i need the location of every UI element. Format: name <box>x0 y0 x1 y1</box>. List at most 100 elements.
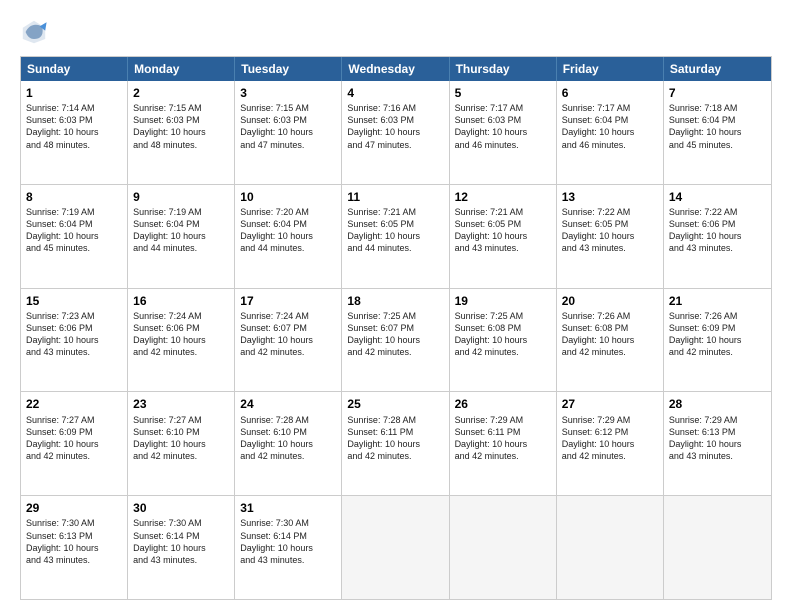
calendar-cell: 22 Sunrise: 7:27 AM Sunset: 6:09 PM Dayli… <box>21 392 128 495</box>
calendar-cell <box>664 496 771 599</box>
day-number: 12 <box>455 189 551 205</box>
calendar-cell: 27 Sunrise: 7:29 AM Sunset: 6:12 PM Dayli… <box>557 392 664 495</box>
day-number: 11 <box>347 189 443 205</box>
calendar-body: 1Sunrise: 7:14 AM Sunset: 6:03 PM Daylig… <box>21 81 771 599</box>
cell-details: Sunrise: 7:28 AM Sunset: 6:10 PM Dayligh… <box>240 414 336 463</box>
calendar-cell: 17Sunrise: 7:24 AM Sunset: 6:07 PM Dayli… <box>235 289 342 392</box>
calendar-cell: 13Sunrise: 7:22 AM Sunset: 6:05 PM Dayli… <box>557 185 664 288</box>
calendar-row: 22 Sunrise: 7:27 AM Sunset: 6:09 PM Dayli… <box>21 391 771 495</box>
day-number: 25 <box>347 396 443 412</box>
calendar-header-cell: Monday <box>128 57 235 81</box>
day-number: 15 <box>26 293 122 309</box>
cell-details: Sunrise: 7:22 AM Sunset: 6:05 PM Dayligh… <box>562 206 658 255</box>
day-number: 26 <box>455 396 551 412</box>
logo-icon <box>20 18 48 46</box>
day-number: 7 <box>669 85 766 101</box>
header <box>20 18 772 46</box>
cell-details: Sunrise: 7:24 AM Sunset: 6:07 PM Dayligh… <box>240 310 336 359</box>
cell-details: Sunrise: 7:29 AM Sunset: 6:12 PM Dayligh… <box>562 414 658 463</box>
cell-details: Sunrise: 7:28 AM Sunset: 6:11 PM Dayligh… <box>347 414 443 463</box>
calendar-cell: 7Sunrise: 7:18 AM Sunset: 6:04 PM Daylig… <box>664 81 771 184</box>
day-number: 8 <box>26 189 122 205</box>
cell-details: Sunrise: 7:30 AM Sunset: 6:13 PM Dayligh… <box>26 517 122 566</box>
day-number: 6 <box>562 85 658 101</box>
cell-details: Sunrise: 7:21 AM Sunset: 6:05 PM Dayligh… <box>455 206 551 255</box>
calendar-cell: 8Sunrise: 7:19 AM Sunset: 6:04 PM Daylig… <box>21 185 128 288</box>
calendar-cell: 10Sunrise: 7:20 AM Sunset: 6:04 PM Dayli… <box>235 185 342 288</box>
day-number: 2 <box>133 85 229 101</box>
calendar-header-cell: Tuesday <box>235 57 342 81</box>
day-number: 21 <box>669 293 766 309</box>
calendar-header-cell: Friday <box>557 57 664 81</box>
cell-details: Sunrise: 7:18 AM Sunset: 6:04 PM Dayligh… <box>669 102 766 151</box>
cell-details: Sunrise: 7:29 AM Sunset: 6:13 PM Dayligh… <box>669 414 766 463</box>
calendar-cell: 29Sunrise: 7:30 AM Sunset: 6:13 PM Dayli… <box>21 496 128 599</box>
calendar-cell: 5Sunrise: 7:17 AM Sunset: 6:03 PM Daylig… <box>450 81 557 184</box>
cell-details: Sunrise: 7:21 AM Sunset: 6:05 PM Dayligh… <box>347 206 443 255</box>
calendar-row: 15Sunrise: 7:23 AM Sunset: 6:06 PM Dayli… <box>21 288 771 392</box>
cell-details: Sunrise: 7:30 AM Sunset: 6:14 PM Dayligh… <box>240 517 336 566</box>
day-number: 27 <box>562 396 658 412</box>
day-number: 1 <box>26 85 122 101</box>
day-number: 30 <box>133 500 229 516</box>
calendar-cell: 30Sunrise: 7:30 AM Sunset: 6:14 PM Dayli… <box>128 496 235 599</box>
cell-details: Sunrise: 7:30 AM Sunset: 6:14 PM Dayligh… <box>133 517 229 566</box>
calendar-cell: 9Sunrise: 7:19 AM Sunset: 6:04 PM Daylig… <box>128 185 235 288</box>
calendar-cell: 2Sunrise: 7:15 AM Sunset: 6:03 PM Daylig… <box>128 81 235 184</box>
day-number: 22 <box>26 396 122 412</box>
cell-details: Sunrise: 7:26 AM Sunset: 6:09 PM Dayligh… <box>669 310 766 359</box>
cell-details: Sunrise: 7:15 AM Sunset: 6:03 PM Dayligh… <box>240 102 336 151</box>
cell-details: Sunrise: 7:16 AM Sunset: 6:03 PM Dayligh… <box>347 102 443 151</box>
calendar-cell <box>450 496 557 599</box>
calendar: SundayMondayTuesdayWednesdayThursdayFrid… <box>20 56 772 600</box>
calendar-row: 29Sunrise: 7:30 AM Sunset: 6:13 PM Dayli… <box>21 495 771 599</box>
calendar-cell: 18Sunrise: 7:25 AM Sunset: 6:07 PM Dayli… <box>342 289 449 392</box>
day-number: 19 <box>455 293 551 309</box>
day-number: 4 <box>347 85 443 101</box>
calendar-row: 8Sunrise: 7:19 AM Sunset: 6:04 PM Daylig… <box>21 184 771 288</box>
cell-details: Sunrise: 7:19 AM Sunset: 6:04 PM Dayligh… <box>133 206 229 255</box>
day-number: 10 <box>240 189 336 205</box>
calendar-cell: 25 Sunrise: 7:28 AM Sunset: 6:11 PM Dayli… <box>342 392 449 495</box>
calendar-cell: 11Sunrise: 7:21 AM Sunset: 6:05 PM Dayli… <box>342 185 449 288</box>
day-number: 14 <box>669 189 766 205</box>
day-number: 29 <box>26 500 122 516</box>
day-number: 24 <box>240 396 336 412</box>
logo <box>20 18 52 46</box>
calendar-cell: 1Sunrise: 7:14 AM Sunset: 6:03 PM Daylig… <box>21 81 128 184</box>
calendar-cell <box>557 496 664 599</box>
calendar-header-cell: Wednesday <box>342 57 449 81</box>
calendar-cell: 23 Sunrise: 7:27 AM Sunset: 6:10 PM Dayli… <box>128 392 235 495</box>
day-number: 3 <box>240 85 336 101</box>
cell-details: Sunrise: 7:14 AM Sunset: 6:03 PM Dayligh… <box>26 102 122 151</box>
calendar-cell: 19Sunrise: 7:25 AM Sunset: 6:08 PM Dayli… <box>450 289 557 392</box>
calendar-cell: 26Sunrise: 7:29 AM Sunset: 6:11 PM Dayli… <box>450 392 557 495</box>
calendar-header-cell: Sunday <box>21 57 128 81</box>
calendar-header-row: SundayMondayTuesdayWednesdayThursdayFrid… <box>21 57 771 81</box>
calendar-cell: 4Sunrise: 7:16 AM Sunset: 6:03 PM Daylig… <box>342 81 449 184</box>
day-number: 9 <box>133 189 229 205</box>
calendar-cell: 14Sunrise: 7:22 AM Sunset: 6:06 PM Dayli… <box>664 185 771 288</box>
calendar-cell: 24 Sunrise: 7:28 AM Sunset: 6:10 PM Dayli… <box>235 392 342 495</box>
page: SundayMondayTuesdayWednesdayThursdayFrid… <box>0 0 792 612</box>
cell-details: Sunrise: 7:19 AM Sunset: 6:04 PM Dayligh… <box>26 206 122 255</box>
cell-details: Sunrise: 7:22 AM Sunset: 6:06 PM Dayligh… <box>669 206 766 255</box>
day-number: 20 <box>562 293 658 309</box>
calendar-cell: 31Sunrise: 7:30 AM Sunset: 6:14 PM Dayli… <box>235 496 342 599</box>
cell-details: Sunrise: 7:25 AM Sunset: 6:08 PM Dayligh… <box>455 310 551 359</box>
cell-details: Sunrise: 7:17 AM Sunset: 6:03 PM Dayligh… <box>455 102 551 151</box>
calendar-cell: 12Sunrise: 7:21 AM Sunset: 6:05 PM Dayli… <box>450 185 557 288</box>
day-number: 16 <box>133 293 229 309</box>
cell-details: Sunrise: 7:23 AM Sunset: 6:06 PM Dayligh… <box>26 310 122 359</box>
day-number: 28 <box>669 396 766 412</box>
day-number: 23 <box>133 396 229 412</box>
calendar-header-cell: Saturday <box>664 57 771 81</box>
cell-details: Sunrise: 7:27 AM Sunset: 6:09 PM Dayligh… <box>26 414 122 463</box>
calendar-cell: 16Sunrise: 7:24 AM Sunset: 6:06 PM Dayli… <box>128 289 235 392</box>
day-number: 18 <box>347 293 443 309</box>
calendar-cell: 3Sunrise: 7:15 AM Sunset: 6:03 PM Daylig… <box>235 81 342 184</box>
cell-details: Sunrise: 7:27 AM Sunset: 6:10 PM Dayligh… <box>133 414 229 463</box>
day-number: 17 <box>240 293 336 309</box>
calendar-cell: 6Sunrise: 7:17 AM Sunset: 6:04 PM Daylig… <box>557 81 664 184</box>
cell-details: Sunrise: 7:25 AM Sunset: 6:07 PM Dayligh… <box>347 310 443 359</box>
